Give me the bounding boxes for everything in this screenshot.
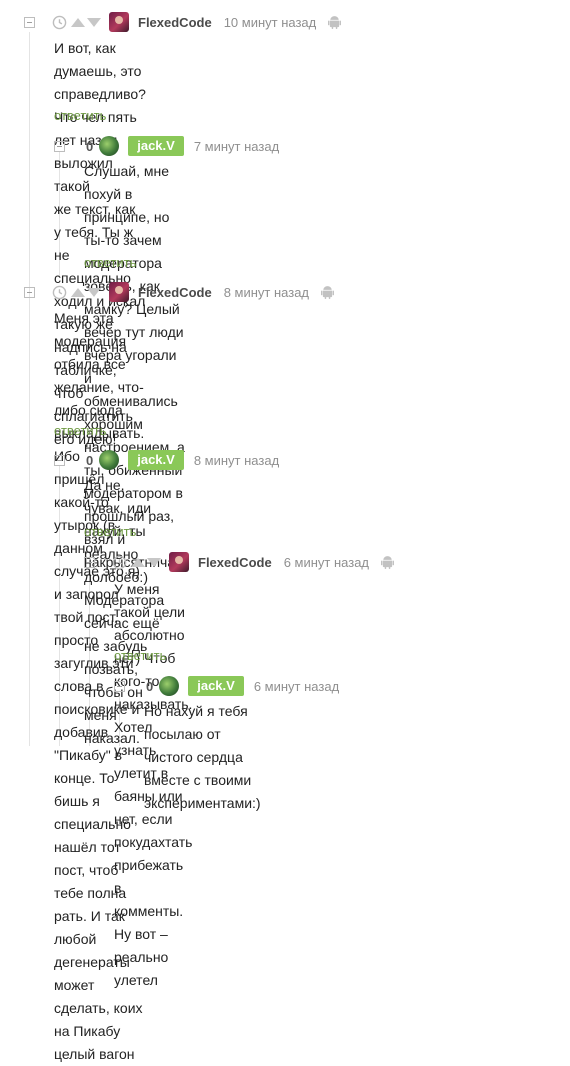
comment-header: FlexedCode 6 минут назад <box>84 552 395 572</box>
comment-header: 0 jack.V 6 минут назад <box>114 676 351 696</box>
avatar[interactable] <box>159 676 180 696</box>
comment-text: Но нахуй я тебя посылаю от чистого сердц… <box>144 703 261 811</box>
comment-time[interactable]: 6 минут назад <box>254 679 339 694</box>
android-icon <box>328 16 342 29</box>
reply-link[interactable]: ответить <box>84 255 136 270</box>
avatar[interactable] <box>99 450 120 470</box>
reply-link[interactable]: ответить <box>54 108 106 123</box>
avatar[interactable] <box>169 552 189 572</box>
comment-time[interactable]: 7 минут назад <box>194 139 279 154</box>
comment-header: FlexedCode 10 минут назад <box>24 12 342 32</box>
reply-link[interactable]: ответить <box>84 524 136 539</box>
comment-time[interactable]: 8 минут назад <box>194 453 279 468</box>
collapse-icon[interactable] <box>54 140 65 152</box>
clock-icon[interactable] <box>112 555 127 570</box>
comment-header: 0 jack.V 7 минут назад <box>54 136 291 156</box>
comment-header: 0 jack.V 8 минут назад <box>54 450 291 470</box>
arrow-down-icon[interactable] <box>87 287 101 297</box>
arrow-down-icon[interactable] <box>87 17 101 27</box>
author-name[interactable]: FlexedCode <box>138 15 212 30</box>
collapse-icon[interactable] <box>54 454 65 466</box>
collapse-icon[interactable] <box>114 680 125 692</box>
comment-rating: 0 <box>86 452 94 468</box>
comment-time[interactable]: 6 минут назад <box>284 555 369 570</box>
comment-rating: 0 <box>86 138 94 154</box>
author-name[interactable]: jack.V <box>188 676 244 696</box>
reply-link[interactable]: ответить <box>54 423 106 438</box>
clock-icon[interactable] <box>52 285 67 300</box>
author-name[interactable]: FlexedCode <box>198 555 272 570</box>
comment-time[interactable]: 8 минут назад <box>224 285 309 300</box>
arrow-up-icon[interactable] <box>71 17 85 27</box>
comment-header: FlexedCode 8 минут назад <box>24 282 335 302</box>
thread-line <box>29 32 30 746</box>
arrow-down-icon[interactable] <box>147 557 161 567</box>
avatar[interactable] <box>99 136 120 156</box>
clock-icon[interactable] <box>52 15 67 30</box>
author-name[interactable]: jack.V <box>128 136 184 156</box>
arrow-up-icon[interactable] <box>71 287 85 297</box>
avatar[interactable] <box>109 12 129 32</box>
author-name[interactable]: jack.V <box>128 450 184 470</box>
avatar[interactable] <box>109 282 129 302</box>
author-name[interactable]: FlexedCode <box>138 285 212 300</box>
comment-rating: 0 <box>146 678 154 694</box>
reply-link[interactable]: ответить <box>114 648 166 663</box>
android-icon <box>321 286 335 299</box>
comment-time[interactable]: 10 минут назад <box>224 15 317 30</box>
collapse-icon[interactable] <box>24 16 35 28</box>
arrow-up-icon[interactable] <box>131 557 145 567</box>
collapse-icon[interactable] <box>24 286 35 298</box>
android-icon <box>381 556 395 569</box>
collapse-icon[interactable] <box>84 556 95 568</box>
